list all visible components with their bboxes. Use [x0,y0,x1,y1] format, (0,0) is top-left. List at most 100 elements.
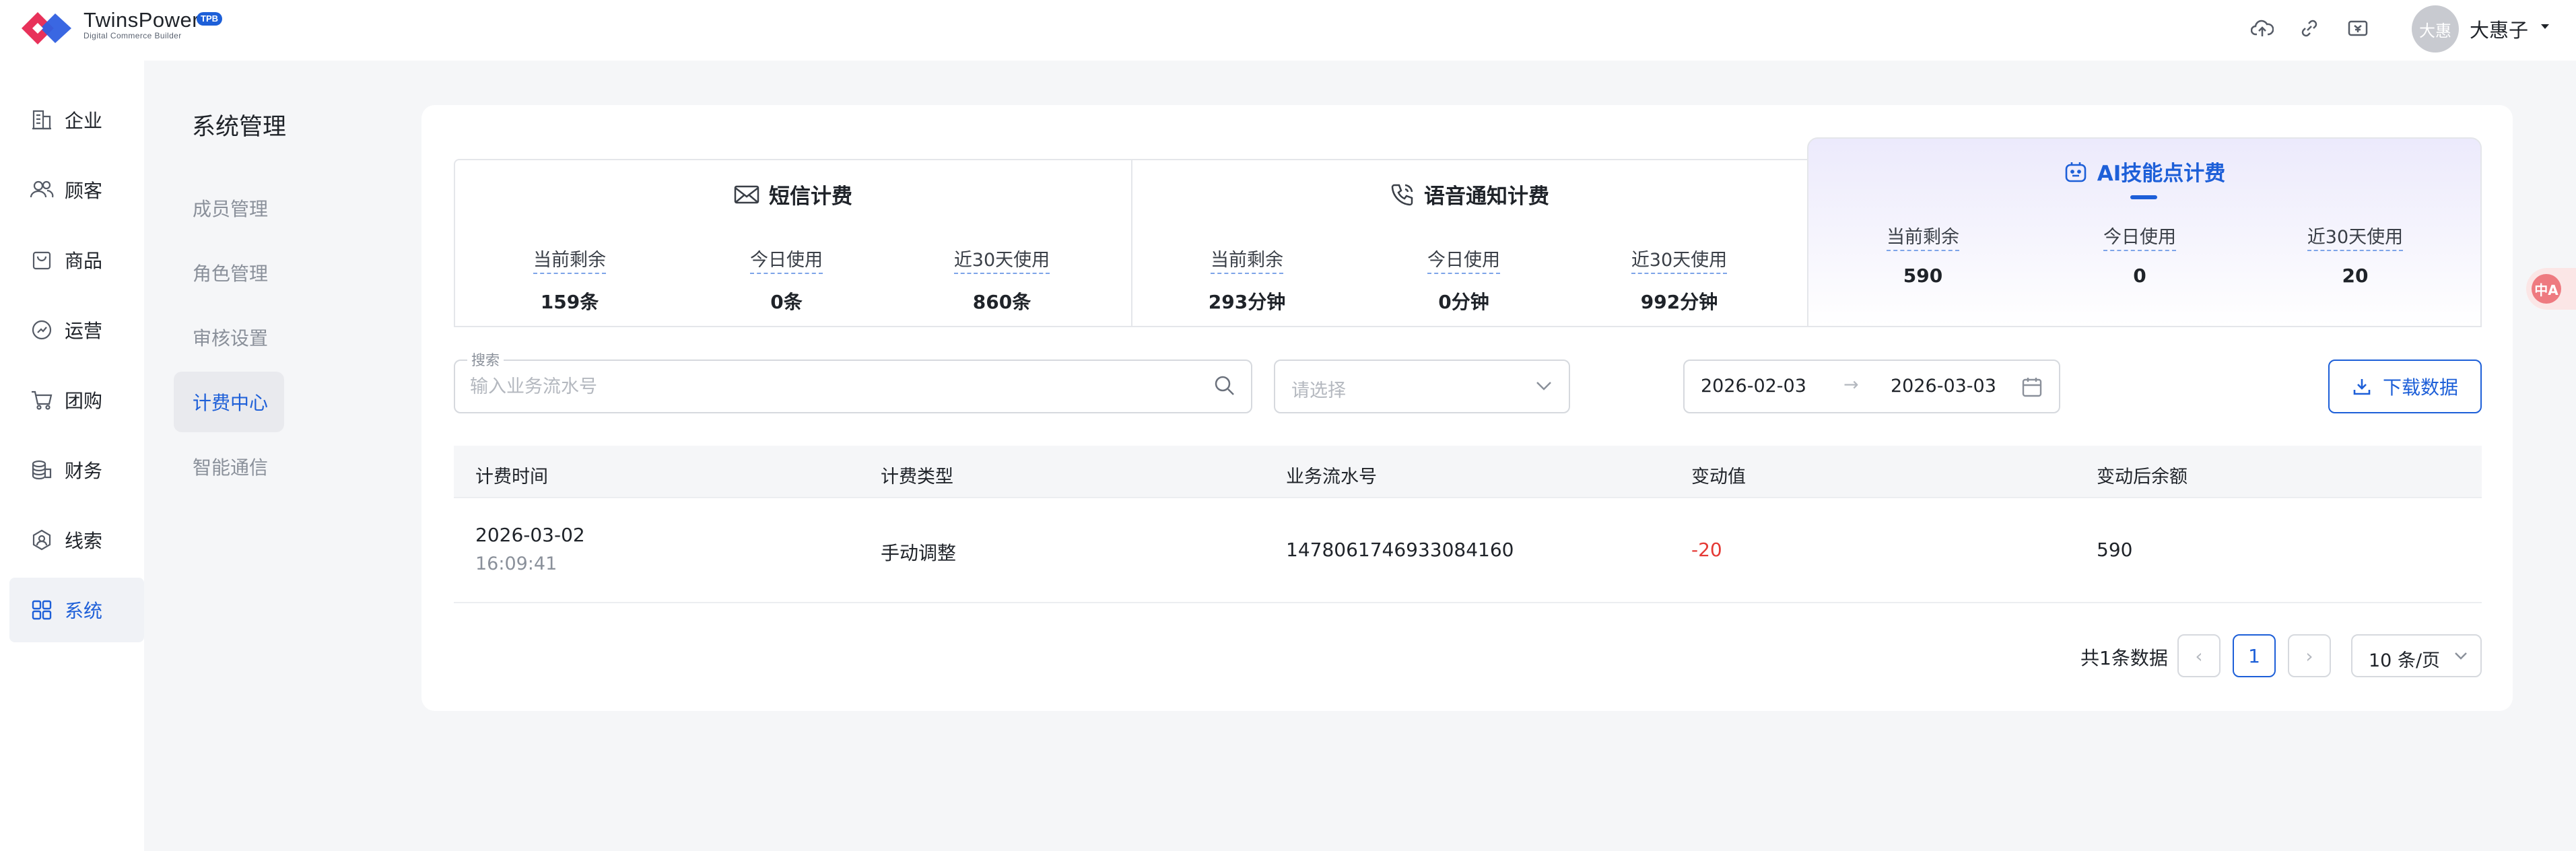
col-header-time: 计费时间 [475,467,548,487]
brand-name: TwinsPower [83,8,200,32]
nav-item-leads[interactable]: 线索 [9,508,144,572]
active-tab-indicator [2130,195,2157,199]
search-legend: 搜索 [467,349,504,370]
nav-item-enterprise[interactable]: 企业 [9,88,144,152]
sms-today: 今日使用 0条 [679,245,894,314]
nav-item-products[interactable]: 商品 [9,228,144,292]
date-start[interactable]: 2026-02-03 [1701,376,1806,397]
cart-icon [28,386,55,413]
stat-label[interactable]: 当前剩余 [1211,245,1283,274]
type-select[interactable]: 请选择 [1274,360,1570,413]
link-icon[interactable] [2296,15,2323,42]
sms-billing-tab[interactable]: 短信计费 当前剩余 159条 今日使用 0条 近30天使用 860条 [455,160,1131,326]
user-name[interactable]: 大惠子 [2470,15,2528,43]
ai-billing-title: AI技能点计费 [1808,156,2480,186]
download-button[interactable]: 下载数据 [2328,360,2482,413]
stat-label[interactable]: 当前剩余 [1887,222,1959,251]
grid-icon [28,597,55,623]
col-header-change: 变动值 [1691,467,1746,487]
download-label: 下载数据 [2382,376,2458,399]
submenu-item-review[interactable]: 审核设置 [174,307,284,368]
prev-page-button[interactable]: ‹ [2177,634,2221,677]
page-1-button[interactable]: 1 [2233,634,2276,677]
arrow-right-icon: → [1843,374,1859,395]
stat-value: 590 [1903,265,1943,287]
cloud-upload-icon[interactable] [2249,15,2276,42]
next-page-button[interactable]: › [2288,634,2331,677]
cell-type: 手动调整 [881,542,957,564]
submenu-item-members[interactable]: 成员管理 [174,178,284,238]
page-size-label: 10 条/页 [2369,650,2441,671]
tab-label: 语音通知计费 [1424,184,1549,209]
stat-label[interactable]: 近30天使用 [2307,222,2404,251]
voice-today: 今日使用 0分钟 [1356,245,1571,314]
nav-label: 商品 [65,250,103,272]
nav-item-group-buy[interactable]: 团购 [9,368,144,432]
select-placeholder: 请选择 [1291,380,1346,401]
voice-remaining: 当前剩余 293分钟 [1139,245,1355,314]
voice-billing-tab[interactable]: 语音通知计费 当前剩余 293分钟 今日使用 0分钟 近30天使用 992分钟 [1131,160,1807,326]
stat-value: 860条 [972,291,1031,313]
nav-item-system[interactable]: 系统 [9,578,144,642]
users-icon [28,176,55,203]
cell-serial: 1478061746933084160 [1286,539,1514,561]
stat-label[interactable]: 当前剩余 [533,245,606,274]
tab-label: AI技能点计费 [2097,162,2226,186]
stat-value: 0条 [770,291,803,313]
sms-billing-title: 短信计费 [455,179,1131,209]
twinspower-logo[interactable] [18,7,78,50]
ai-30days: 近30天使用 20 [2247,222,2463,287]
date-end[interactable]: 2026-03-03 [1891,376,1996,397]
mail-icon [734,185,759,203]
main-sidebar: 企业 顾客 商品 运营 团购 财务 线索 系统 [0,61,144,851]
date-range-picker[interactable]: 2026-02-03 → 2026-03-03 [1683,360,2060,413]
search-icon[interactable] [1213,374,1236,397]
cell-date: 2026-03-02 [475,524,585,546]
stat-label[interactable]: 今日使用 [750,245,823,274]
col-header-serial: 业务流水号 [1286,467,1377,487]
invoice-icon[interactable] [2344,15,2371,42]
avatar[interactable]: 大惠 [2412,5,2459,53]
translate-icon: 中A [2532,274,2561,304]
table-header: 计费时间 计费类型 业务流水号 变动值 变动后余额 [454,446,2482,498]
caret-down-icon[interactable] [2540,23,2550,31]
tab-label: 短信计费 [769,184,852,209]
nav-label: 运营 [65,320,103,342]
nav-item-finance[interactable]: 财务 [9,438,144,502]
stat-label[interactable]: 今日使用 [2103,222,2176,251]
submenu-item-roles[interactable]: 角色管理 [174,242,284,303]
nav-item-customers[interactable]: 顾客 [9,158,144,222]
leads-icon [28,526,55,553]
stat-value: 159条 [540,291,599,313]
submenu-title: 系统管理 [192,114,287,141]
col-header-type: 计费类型 [881,467,953,487]
page-size-select[interactable]: 10 条/页 [2351,634,2482,677]
nav-item-operations[interactable]: 运营 [9,298,144,362]
operation-icon [28,316,55,343]
stat-value: 0分钟 [1438,291,1489,313]
sms-30days: 近30天使用 860条 [894,245,1110,314]
search-field: 搜索 [454,349,1252,413]
nav-label: 财务 [65,460,103,482]
stat-value: 992分钟 [1640,291,1718,313]
stat-label[interactable]: 今日使用 [1427,245,1500,274]
calendar-icon [2022,378,2042,397]
stat-value: 0 [2133,265,2146,287]
translate-float-button[interactable]: 中A [2526,268,2576,310]
pagination-total: 共1条数据 [2080,647,2168,669]
submenu-item-smart-comm[interactable]: 智能通信 [174,436,284,497]
table-row: 2026-03-02 16:09:41 手动调整 147806174693308… [454,498,2482,603]
ai-billing-tab[interactable]: AI技能点计费 当前剩余 590 今日使用 0 近30天使用 20 [1807,137,2482,327]
robot-icon [2065,162,2087,182]
stat-label[interactable]: 近30天使用 [953,245,1050,274]
nav-label: 顾客 [65,180,103,202]
search-input[interactable] [470,373,1197,400]
bag-icon [28,246,55,273]
building-icon [28,106,55,133]
stat-label[interactable]: 近30天使用 [1631,245,1728,274]
chevron-down-icon [1536,382,1551,390]
submenu-item-billing[interactable]: 计费中心 [174,372,284,432]
cell-change: -20 [1691,539,1722,561]
nav-label: 线索 [65,530,103,552]
nav-label: 团购 [65,390,103,412]
